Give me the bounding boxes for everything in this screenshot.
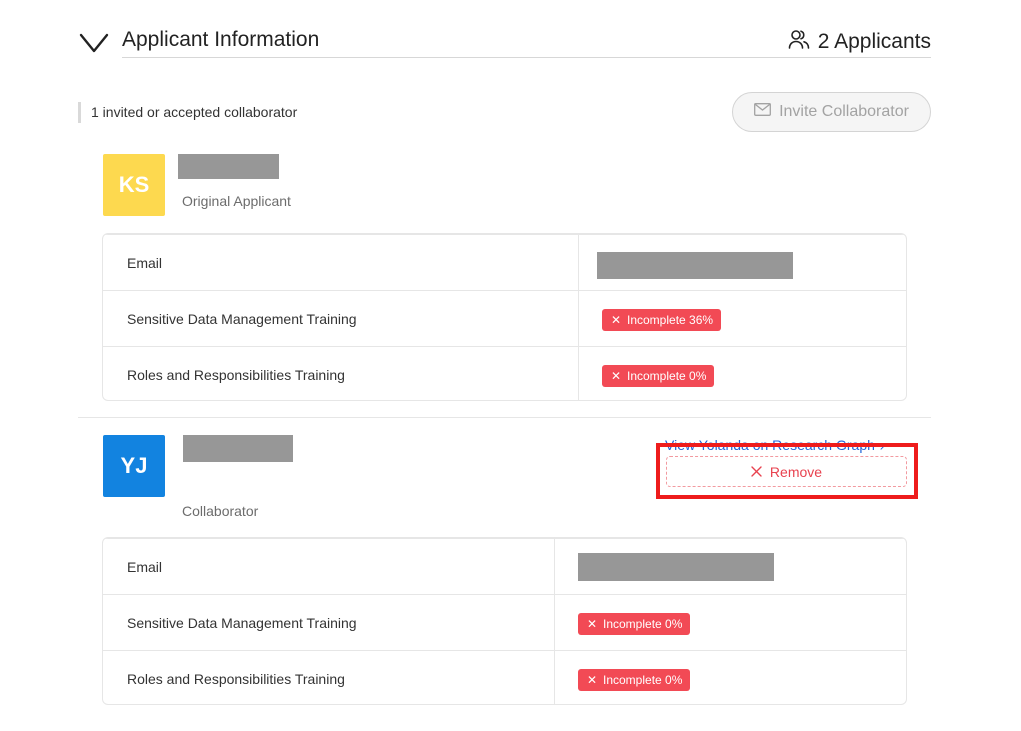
table-row: Email	[103, 538, 906, 594]
applicant-role: Original Applicant	[182, 193, 291, 209]
status-badge: Incomplete 0%	[578, 613, 691, 635]
users-icon	[788, 28, 818, 56]
table-row: Sensitive Data Management Training Incom…	[103, 594, 906, 650]
highlight-box	[656, 443, 918, 499]
table-row: Roles and Responsibilities Training Inco…	[103, 650, 906, 704]
chevron-down-icon[interactable]	[78, 30, 110, 56]
applicant-count-label: 2 Applicants	[817, 30, 931, 53]
redacted-name	[178, 154, 279, 179]
redacted-name	[183, 435, 293, 462]
row-label: Sensitive Data Management Training	[127, 311, 357, 327]
applicant-role: Collaborator	[182, 503, 259, 519]
row-label: Roles and Responsibilities Training	[127, 367, 345, 383]
avatar: KS	[103, 154, 165, 216]
row-label: Email	[127, 559, 163, 575]
section-title: Applicant Information	[122, 28, 320, 51]
table-row: Roles and Responsibilities Training Inco…	[103, 346, 906, 400]
table-row: Email	[103, 234, 906, 290]
applicant-count: 2 Applicants	[788, 28, 931, 56]
table-row: Sensitive Data Management Training Incom…	[103, 290, 906, 346]
status-badge: Incomplete 0%	[602, 365, 715, 387]
row-label: Sensitive Data Management Training	[127, 615, 357, 631]
row-label: Roles and Responsibilities Training	[127, 671, 345, 687]
redacted-email	[578, 553, 774, 581]
applicant-info-table: Email Sensitive Data Management Training…	[102, 537, 907, 705]
avatar: YJ	[103, 435, 165, 497]
applicant-info-table: Email Sensitive Data Management Training…	[102, 233, 907, 401]
invite-collaborator-button[interactable]: Invite Collaborator	[732, 92, 931, 132]
redacted-email	[597, 252, 793, 279]
mail-icon	[754, 103, 772, 121]
status-badge: Incomplete 36%	[602, 309, 722, 331]
row-label: Email	[127, 255, 163, 271]
section-header: Applicant Information 2 Applicants	[78, 26, 931, 60]
invite-collaborator-label: Invite Collaborator	[779, 103, 909, 120]
header-divider	[122, 57, 931, 58]
collaborator-count: 1 invited or accepted collaborator	[78, 102, 297, 123]
applicant-separator	[78, 417, 931, 418]
status-badge: Incomplete 0%	[578, 669, 691, 691]
